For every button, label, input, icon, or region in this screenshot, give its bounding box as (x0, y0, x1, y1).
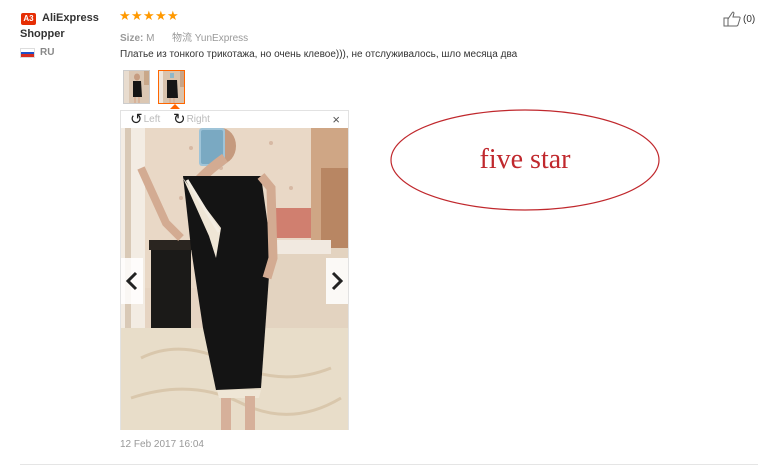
size-value: M (146, 33, 155, 44)
close-viewer-button[interactable]: × (332, 113, 340, 126)
photo-viewer: ↺ Left ↻ Right × (120, 110, 349, 430)
order-meta: Size: M 物流 YunExpress (120, 29, 248, 44)
chevron-right-icon (331, 271, 343, 291)
previous-photo-button[interactable] (121, 258, 143, 304)
review-photo-thumbnail[interactable] (123, 70, 150, 104)
star-icon: ★ (155, 8, 167, 23)
user-name-continued: Shopper (20, 28, 65, 40)
star-icon: ★ (131, 8, 143, 23)
rotate-right-icon: ↻ (173, 111, 186, 128)
shipping-value: 物流 YunExpress (172, 33, 249, 44)
selected-thumbnail-caret (170, 104, 180, 109)
thumbs-up-icon (723, 11, 741, 27)
user-name: AliExpress (42, 12, 99, 24)
user-level-badge: A3 (21, 13, 36, 25)
rotate-left-button[interactable]: ↺ Left (130, 112, 160, 127)
helpful-button[interactable]: (0) (723, 11, 755, 27)
size-label: Size: (120, 33, 144, 44)
rotate-right-label: Right (186, 114, 210, 125)
review-text: Платье из тонкого трикотажа, но очень кл… (120, 49, 518, 60)
star-icon: ★ (167, 8, 179, 23)
rotate-left-icon: ↺ (130, 111, 143, 128)
rotate-right-button[interactable]: ↻ Right (173, 112, 210, 127)
star-icon: ★ (143, 8, 155, 23)
review-photo-thumbnail-selected[interactable] (158, 70, 185, 104)
next-photo-button[interactable] (326, 258, 348, 304)
review-date: 12 Feb 2017 16:04 (120, 439, 204, 450)
star-rating: ★ ★ ★ ★ ★ (119, 8, 179, 23)
country-code: RU (40, 47, 55, 58)
rotate-left-label: Left (143, 114, 161, 125)
annotation-text: five star (479, 144, 571, 175)
chevron-left-icon (126, 271, 138, 291)
review-photo (121, 128, 348, 430)
review-divider (20, 464, 758, 465)
star-icon: ★ (119, 8, 131, 23)
viewer-toolbar: ↺ Left ↻ Right × (121, 111, 348, 129)
helpful-count: (0) (743, 13, 756, 25)
russia-flag-icon (20, 48, 35, 58)
